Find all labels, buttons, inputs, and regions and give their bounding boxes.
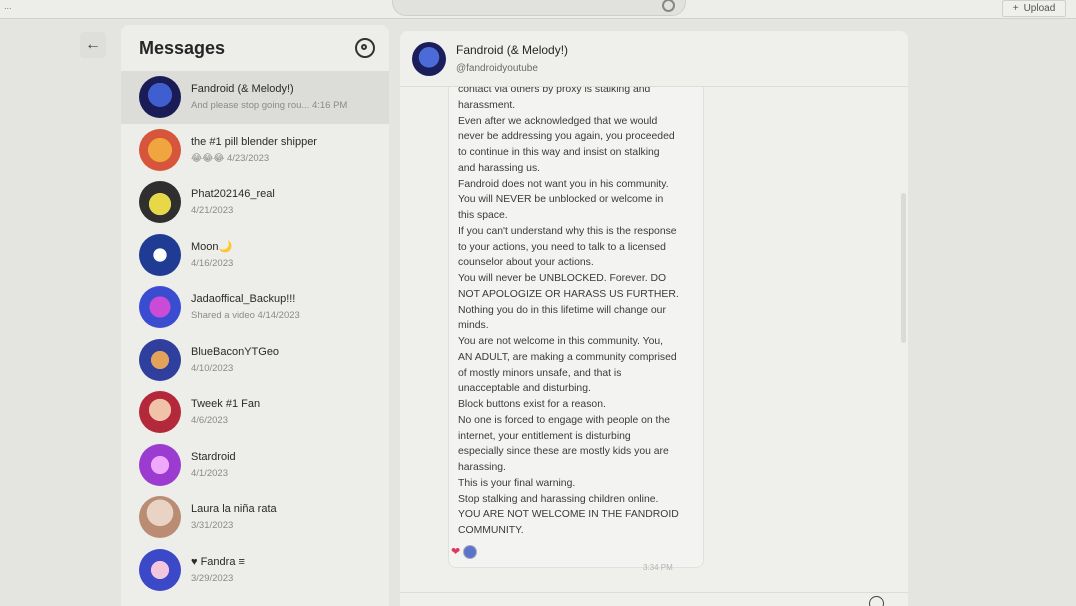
- conversation-preview: Shared a video 4/14/2023: [191, 310, 300, 322]
- conversation-name: Jadaoffical_Backup!!!: [191, 293, 296, 306]
- message-line: If you can't understand why this is the …: [458, 225, 677, 237]
- message-line: never be addressing you again, you proce…: [458, 131, 675, 143]
- heart-reaction-icon[interactable]: ❤: [451, 545, 460, 559]
- conversation-preview: 4/16/2023: [191, 258, 234, 270]
- message-line: Stop stalking and harassing children onl…: [458, 493, 659, 505]
- conversation-item[interactable]: Laura la niña rata 3/31/2023: [121, 491, 389, 544]
- message-line: NOT APOLOGIZE OR HARASS US FURTHER.: [458, 288, 679, 300]
- message-line: internet, your entitlement is disturbing: [458, 430, 631, 442]
- message-line: and harassing us.: [458, 162, 541, 174]
- message-line: Block buttons exist for a reason.: [458, 399, 606, 410]
- message-line: Even after we acknowledged that we would: [458, 115, 658, 127]
- arrow-left-icon: ←: [85, 36, 101, 53]
- conversation-name: Tweek #1 Fan: [191, 398, 261, 411]
- message-line: harassment.: [458, 99, 516, 111]
- conversation-preview: 4/21/2023: [191, 205, 234, 217]
- messages-title: Messages: [139, 37, 226, 58]
- conversation-item[interactable]: BlueBaconYTGeo 4/10/2023: [121, 334, 389, 387]
- message-line: to continue in this way and insist on st…: [458, 147, 660, 158]
- conversation-preview: And please stop going rou... 4:16 PM: [191, 100, 348, 112]
- conversation-item[interactable]: ♥ Fandra ≡ 3/29/2023: [121, 544, 389, 597]
- conversation-item[interactable]: Stardroid 4/1/2023: [121, 439, 389, 492]
- message-line: contact via others by proxy is stalking …: [458, 87, 651, 95]
- message-line: Nothing you do in this lifetime will cha…: [458, 304, 666, 316]
- message-line: COMMUNITY.: [458, 525, 524, 536]
- avatar: [139, 548, 181, 591]
- conversation-item[interactable]: Phat202146_real 4/21/2023: [121, 176, 389, 229]
- message-line: No one is forced to engage with people o…: [458, 414, 671, 426]
- message-line: Fandroid does not want you in his commun…: [458, 178, 669, 190]
- avatar: [139, 338, 181, 381]
- conversation-name: Phat202146_real: [191, 188, 275, 201]
- conversation-name: the #1 pill blender shipper: [191, 135, 317, 148]
- gear-icon[interactable]: [355, 38, 375, 58]
- search-icon[interactable]: [662, 0, 675, 12]
- back-button[interactable]: ←: [80, 32, 106, 58]
- avatar: [139, 496, 181, 539]
- conversation-preview: 4/1/2023: [191, 467, 228, 479]
- message-line: especially since these are mostly kids y…: [458, 446, 669, 458]
- message-line: This is your final warning.: [458, 477, 576, 489]
- conversation-preview: 😂😂😂 4/23/2023: [191, 152, 270, 164]
- chat-avatar[interactable]: [412, 41, 446, 76]
- chat-scrollbar[interactable]: [901, 193, 906, 343]
- conversation-list: Fandroid (& Melody!) And please stop goin…: [121, 71, 389, 596]
- messages-header: Messages: [121, 25, 389, 71]
- conversation-preview: 3/29/2023: [191, 572, 234, 584]
- message-line: of mostly minors unsafe, and that is: [458, 367, 622, 379]
- message-line: You will NEVER be unblocked or welcome i…: [458, 194, 664, 206]
- avatar: [139, 76, 181, 119]
- avatar: [139, 391, 181, 434]
- smiley-icon[interactable]: [869, 596, 884, 606]
- top-bar: ... + Upload: [0, 0, 1076, 19]
- message-timestamp: 3:34 PM: [643, 563, 673, 572]
- chat-header: Fandroid (& Melody!) @fandroidyoutube: [400, 31, 908, 87]
- reactor-avatar: [463, 545, 478, 559]
- conversation-name: Fandroid (& Melody!): [191, 83, 294, 96]
- message-line: You are not welcome in this community. Y…: [458, 336, 664, 347]
- conversation-preview: 3/31/2023: [191, 520, 234, 532]
- search-bar[interactable]: [392, 0, 686, 16]
- message-line: this space.: [458, 210, 508, 221]
- avatar: [139, 181, 181, 224]
- conversation-item[interactable]: Jadaoffical_Backup!!! Shared a video 4/14…: [121, 281, 389, 334]
- message-line: unacceptable and disturbing.: [458, 383, 591, 395]
- message-reactions[interactable]: ❤: [451, 545, 478, 559]
- upload-label: Upload: [1023, 3, 1056, 14]
- message-line: YOU ARE NOT WELCOME IN THE FANDROID: [458, 509, 679, 521]
- chat-contact-handle[interactable]: @fandroidyoutube: [456, 63, 568, 74]
- chat-contact-name[interactable]: Fandroid (& Melody!): [456, 43, 568, 57]
- chat-panel: Fandroid (& Melody!) @fandroidyoutube co…: [400, 31, 908, 606]
- conversation-name: Moon🌙: [191, 241, 233, 254]
- plus-icon: +: [1012, 3, 1019, 14]
- conversation-item[interactable]: Fandroid (& Melody!) And please stop goin…: [121, 71, 389, 124]
- message-line: You will never be UNBLOCKED. Forever. DO: [458, 273, 667, 284]
- conversation-list-panel: Messages Fandroid (& Melody!) And please …: [121, 25, 389, 606]
- message-line: counselor about your actions.: [458, 257, 594, 269]
- conversation-item[interactable]: Moon🌙 4/16/2023: [121, 229, 389, 282]
- message-bubble: contact via others by proxy is stalking …: [448, 87, 704, 568]
- top-left-text: ...: [4, 1, 12, 11]
- message-line: minds.: [458, 320, 489, 332]
- message-input-bar[interactable]: [400, 592, 908, 606]
- message-line: to your actions, you need to talk to a l…: [458, 241, 666, 253]
- conversation-name: Laura la niña rata: [191, 503, 277, 516]
- conversation-preview: 4/6/2023: [191, 415, 228, 427]
- message-line: harassing.: [458, 462, 506, 473]
- conversation-name: ♥ Fandra ≡: [191, 555, 245, 568]
- upload-button[interactable]: + Upload: [1002, 0, 1066, 17]
- conversation-name: BlueBaconYTGeo: [191, 345, 280, 358]
- conversation-name: Stardroid: [191, 450, 236, 463]
- conversation-preview: 4/10/2023: [191, 362, 234, 374]
- conversation-item[interactable]: the #1 pill blender shipper 😂😂😂 4/23/2023: [121, 124, 389, 177]
- avatar: [139, 443, 181, 486]
- avatar: [139, 286, 181, 329]
- message-line: AN ADULT, are making a community compris…: [458, 351, 677, 363]
- conversation-item[interactable]: Tweek #1 Fan 4/6/2023: [121, 386, 389, 439]
- avatar: [139, 128, 181, 171]
- avatar: [139, 233, 181, 276]
- message-text: contact via others by proxy is stalking …: [458, 87, 702, 539]
